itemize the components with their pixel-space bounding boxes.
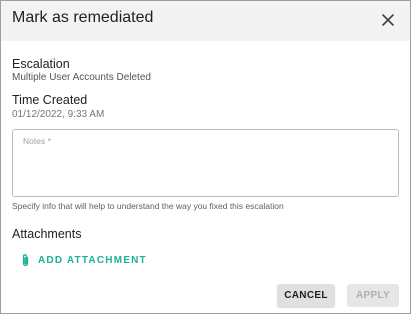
cancel-button[interactable]: CANCEL	[277, 284, 335, 307]
attachments-label: Attachments	[12, 227, 82, 241]
add-attachment-button[interactable]: ADD ATTACHMENT	[21, 252, 147, 268]
escalation-label: Escalation	[12, 57, 70, 71]
escalation-value: Multiple User Accounts Deleted	[12, 72, 151, 83]
notes-helper-text: Specify info that will help to understan…	[12, 201, 284, 211]
time-created-label: Time Created	[12, 93, 88, 107]
close-button[interactable]	[380, 12, 396, 28]
add-attachment-label: ADD ATTACHMENT	[38, 254, 147, 266]
notes-placeholder: Notes *	[23, 136, 51, 146]
mark-remediated-dialog: Mark as remediated Escalation Multiple U…	[0, 0, 411, 314]
dialog-header: Mark as remediated	[1, 1, 410, 41]
dialog-title: Mark as remediated	[12, 9, 154, 26]
time-created-value: 01/12/2022, 9:33 AM	[12, 109, 105, 120]
notes-textarea[interactable]: Notes *	[12, 129, 399, 197]
paperclip-icon	[22, 253, 29, 266]
apply-button[interactable]: APPLY	[347, 284, 399, 307]
close-icon	[382, 14, 394, 26]
